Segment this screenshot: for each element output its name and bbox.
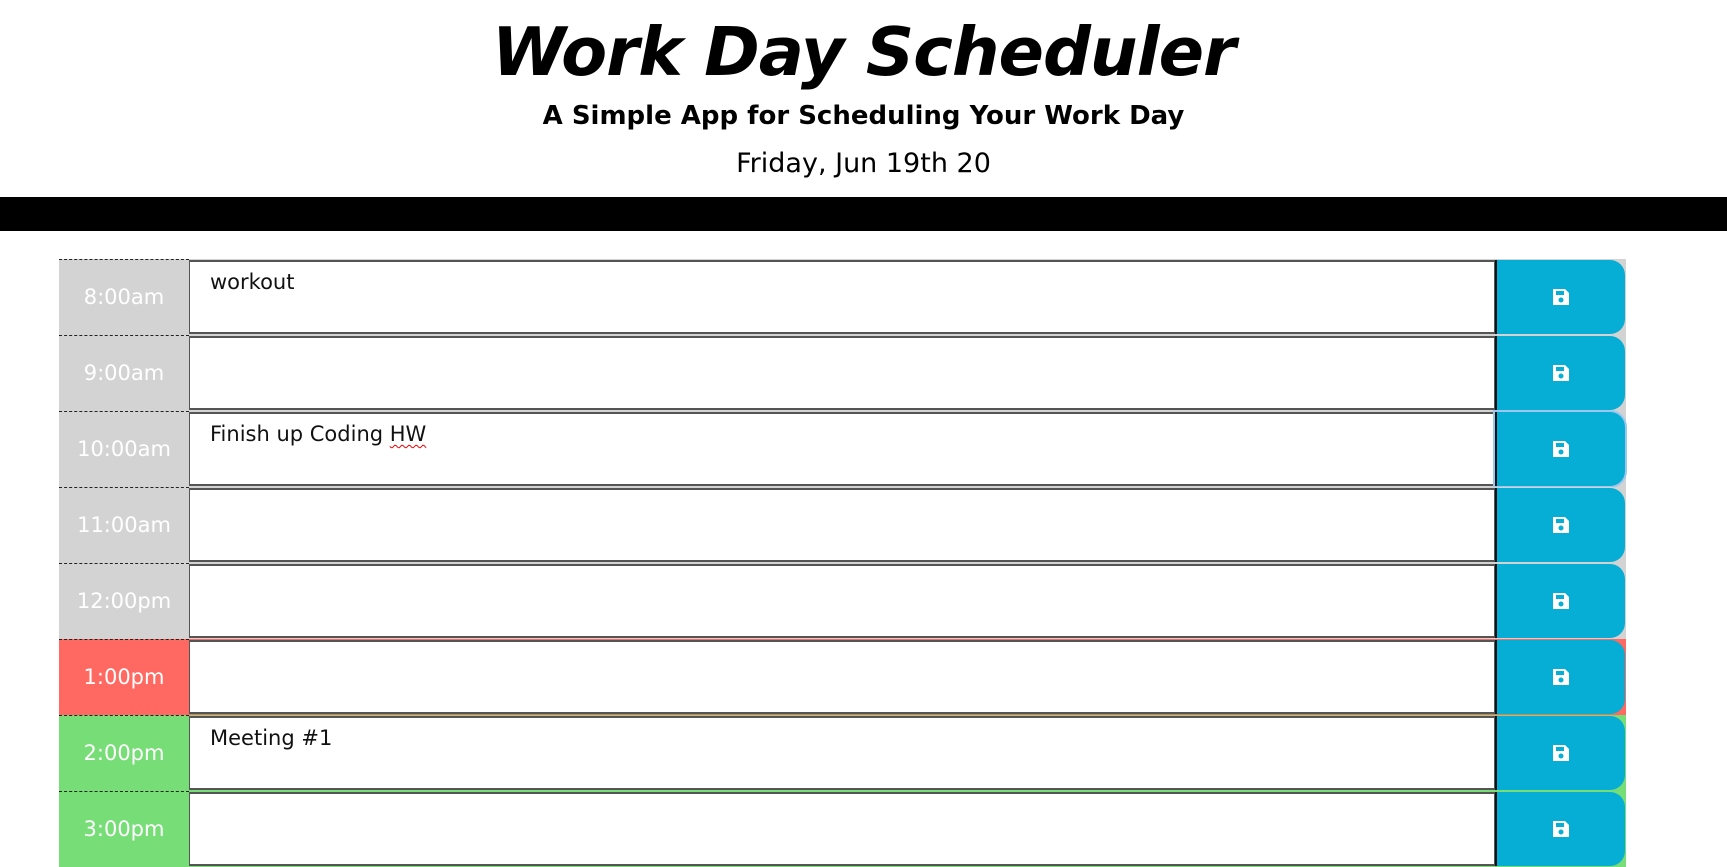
save-button[interactable] xyxy=(1495,412,1625,486)
spellcheck-flagged-word: HW xyxy=(389,422,427,446)
current-date: Friday, Jun 19th 20 xyxy=(736,148,991,179)
time-block-row: 9:00am xyxy=(59,335,1626,411)
time-block-row: 12:00pm xyxy=(59,563,1626,639)
page-subtitle: A Simple App for Scheduling Your Work Da… xyxy=(542,101,1185,131)
floppy-disk-save-icon xyxy=(1553,441,1569,457)
header-divider-bar xyxy=(0,197,1727,231)
save-button[interactable] xyxy=(1495,792,1625,866)
save-button[interactable] xyxy=(1495,336,1625,410)
floppy-disk-save-icon xyxy=(1553,289,1569,305)
description-textarea[interactable] xyxy=(189,640,1495,714)
hour-label: 11:00am xyxy=(59,487,189,563)
description-textarea[interactable] xyxy=(189,336,1495,410)
header: Work Day Scheduler A Simple App for Sche… xyxy=(0,0,1727,197)
floppy-disk-save-icon xyxy=(1553,821,1569,837)
description-textarea[interactable] xyxy=(189,488,1495,562)
time-block-row: 10:00am Finish up Coding HW xyxy=(59,411,1626,487)
floppy-disk-save-icon xyxy=(1553,517,1569,533)
hour-label: 1:00pm xyxy=(59,639,189,715)
page-title: Work Day Scheduler xyxy=(491,13,1236,91)
save-button[interactable] xyxy=(1495,640,1625,714)
floppy-disk-save-icon xyxy=(1553,593,1569,609)
time-block-row: 3:00pm xyxy=(59,791,1626,867)
save-button[interactable] xyxy=(1495,716,1625,790)
description-text: Meeting #1 xyxy=(210,726,333,750)
hour-label: 9:00am xyxy=(59,335,189,411)
hour-label: 10:00am xyxy=(59,411,189,487)
description-textarea[interactable]: workout xyxy=(189,260,1495,334)
save-button[interactable] xyxy=(1495,260,1625,334)
hour-label: 8:00am xyxy=(59,259,189,335)
floppy-disk-save-icon xyxy=(1553,669,1569,685)
description-text: Finish up Coding HW xyxy=(210,422,427,446)
description-textarea[interactable]: Meeting #1 xyxy=(189,716,1495,790)
description-textarea[interactable] xyxy=(189,792,1495,866)
time-block-row: 8:00am workout xyxy=(59,259,1626,335)
save-button[interactable] xyxy=(1495,564,1625,638)
scheduler: 8:00am workout 9:00am 10:00am Finish up … xyxy=(59,259,1626,867)
time-block-row: 1:00pm xyxy=(59,639,1626,715)
time-block-row: 11:00am xyxy=(59,487,1626,563)
description-text: workout xyxy=(210,270,295,294)
floppy-disk-save-icon xyxy=(1553,365,1569,381)
save-button[interactable] xyxy=(1495,488,1625,562)
hour-label: 12:00pm xyxy=(59,563,189,639)
floppy-disk-save-icon xyxy=(1553,745,1569,761)
description-textarea[interactable]: Finish up Coding HW xyxy=(189,412,1495,486)
description-textarea[interactable] xyxy=(189,564,1495,638)
hour-label: 3:00pm xyxy=(59,791,189,867)
hour-label: 2:00pm xyxy=(59,715,189,791)
time-block-row: 2:00pm Meeting #1 xyxy=(59,715,1626,791)
